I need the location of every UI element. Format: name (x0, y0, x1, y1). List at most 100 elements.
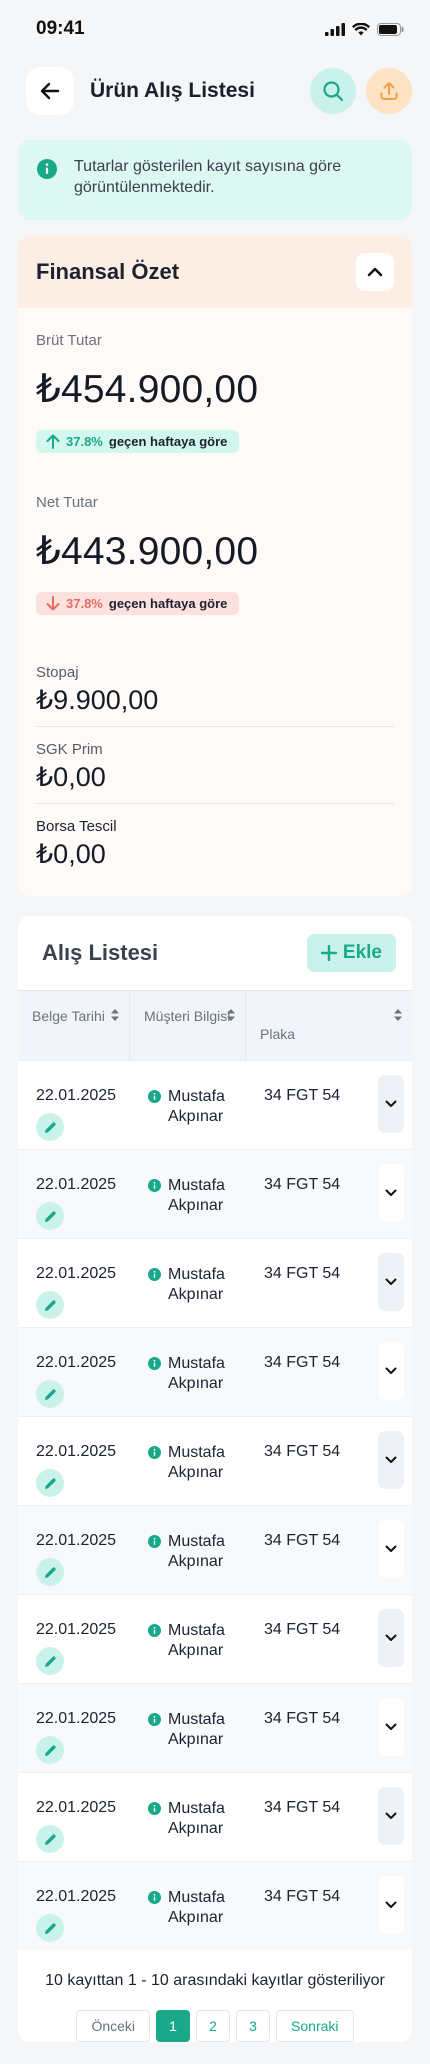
table-body: 22.01.2025 Mustafa Akpınar 34 FGT 54 22.01.… (18, 1060, 412, 1950)
edit-button[interactable] (36, 1736, 64, 1764)
column-header-document-date[interactable]: Belge Tarihi (18, 991, 130, 1060)
chevron-down-icon (385, 1812, 397, 1819)
edit-button[interactable] (36, 1558, 64, 1586)
info-banner-text: Tutarlar gösterilen kayıt sayısına göre … (74, 158, 342, 196)
gross-trend-badge: 37.8% geçen haftaya göre (36, 430, 240, 453)
info-icon[interactable] (148, 1357, 161, 1370)
table-row: 22.01.2025 Mustafa Akpınar 34 FGT 54 (18, 1238, 412, 1327)
gross-trend-percent: 37.8% (66, 434, 103, 449)
pencil-icon (44, 1833, 56, 1845)
customer-name: Mustafa Akpınar (168, 1711, 225, 1748)
cell-customer: Mustafa Akpınar (130, 1150, 246, 1238)
cell-document-date: 22.01.2025 (18, 1150, 130, 1238)
expand-row-button[interactable] (378, 1698, 404, 1756)
arrow-down-icon (46, 596, 60, 611)
expand-row-button[interactable] (378, 1520, 404, 1578)
deductions-list: Stopaj ₺9.900,00 SGK Prim ₺0,00 Borsa Te… (36, 650, 394, 880)
chevron-down-icon (385, 1100, 397, 1107)
cell-customer: Mustafa Akpınar (130, 1061, 246, 1149)
arrow-left-icon (40, 82, 60, 100)
net-trend-text: geçen haftaya göre (108, 596, 228, 611)
search-button[interactable] (310, 68, 356, 114)
info-icon[interactable] (148, 1179, 161, 1192)
cell-document-date: 22.01.2025 (18, 1773, 130, 1861)
table-row: 22.01.2025 Mustafa Akpınar 34 FGT 54 (18, 1861, 412, 1950)
sgk-prim-label: SGK Prim (36, 741, 103, 758)
purchase-list-header: Alış Listesi Ekle (18, 916, 412, 990)
info-icon (37, 159, 57, 179)
info-icon[interactable] (148, 1446, 161, 1459)
page-button-3[interactable]: 3 (236, 2010, 271, 2042)
gross-amount-block: Brüt Tutar ₺454.900,00 37.8% geçen hafta… (36, 332, 394, 454)
pagination: Önceki 1 2 3 Sonraki (18, 2010, 412, 2042)
borsa-tescil-block: Borsa Tescil ₺0,00 (36, 803, 394, 880)
document-date: 22.01.2025 (36, 1176, 117, 1193)
status-time: 09:41 (36, 18, 85, 39)
export-button[interactable] (366, 68, 412, 114)
customer-name: Mustafa Akpınar (168, 1800, 225, 1837)
borsa-tescil-value: ₺0,00 (36, 839, 106, 869)
info-icon[interactable] (148, 1802, 161, 1815)
prev-page-button[interactable]: Önceki (76, 2010, 151, 2042)
info-icon[interactable] (148, 1891, 161, 1904)
edit-button[interactable] (36, 1380, 64, 1408)
search-icon (323, 81, 344, 102)
expand-row-button[interactable] (378, 1787, 404, 1845)
cell-document-date: 22.01.2025 (18, 1239, 130, 1327)
expand-row-button[interactable] (378, 1075, 404, 1133)
info-icon[interactable] (148, 1535, 161, 1548)
document-date: 22.01.2025 (36, 1799, 117, 1816)
edit-button[interactable] (36, 1647, 64, 1675)
customer-name: Mustafa Akpınar (168, 1088, 225, 1125)
back-button[interactable] (26, 67, 74, 115)
pencil-icon (44, 1388, 56, 1400)
column-header-plate[interactable]: Plaka (246, 991, 412, 1060)
customer-name: Mustafa Akpınar (168, 1889, 225, 1926)
info-icon[interactable] (148, 1268, 161, 1281)
page-button-2[interactable]: 2 (196, 2010, 231, 2042)
edit-button[interactable] (36, 1914, 64, 1942)
cell-customer: Mustafa Akpınar (130, 1506, 246, 1594)
document-date: 22.01.2025 (36, 1354, 117, 1371)
expand-row-button[interactable] (378, 1342, 404, 1400)
chevron-down-icon (385, 1278, 397, 1285)
edit-button[interactable] (36, 1469, 64, 1497)
expand-row-button[interactable] (378, 1164, 404, 1222)
add-button[interactable]: Ekle (306, 934, 396, 972)
expand-row-button[interactable] (378, 1253, 404, 1311)
chevron-down-icon (385, 1367, 397, 1374)
info-icon[interactable] (148, 1713, 161, 1726)
table-row: 22.01.2025 Mustafa Akpınar 34 FGT 54 (18, 1327, 412, 1416)
pencil-icon (44, 1922, 56, 1934)
table-row: 22.01.2025 Mustafa Akpınar 34 FGT 54 (18, 1416, 412, 1505)
edit-button[interactable] (36, 1202, 64, 1230)
edit-button[interactable] (36, 1291, 64, 1319)
collapse-button[interactable] (356, 253, 394, 291)
column-header-customer[interactable]: Müşteri Bilgisi (130, 991, 246, 1060)
plate-number: 34 FGT 54 (264, 1532, 341, 1549)
net-trend-badge: 37.8% geçen haftaya göre (36, 592, 240, 615)
chevron-down-icon (385, 1723, 397, 1730)
plate-number: 34 FGT 54 (264, 1443, 341, 1460)
info-icon[interactable] (148, 1624, 161, 1637)
next-page-button[interactable]: Sonraki (276, 2010, 354, 2042)
chevron-up-icon (367, 267, 383, 277)
battery-icon (377, 22, 404, 36)
document-date: 22.01.2025 (36, 1087, 117, 1104)
expand-row-button[interactable] (378, 1431, 404, 1489)
sgk-prim-value: ₺0,00 (36, 762, 106, 792)
table-row: 22.01.2025 Mustafa Akpınar 34 FGT 54 (18, 1149, 412, 1238)
edit-button[interactable] (36, 1113, 64, 1141)
cell-document-date: 22.01.2025 (18, 1595, 130, 1683)
financial-summary-body: Brüt Tutar ₺454.900,00 37.8% geçen hafta… (18, 308, 412, 896)
info-icon[interactable] (148, 1090, 161, 1103)
document-date: 22.01.2025 (36, 1888, 117, 1905)
expand-row-button[interactable] (378, 1876, 404, 1934)
financial-summary-card: Finansal Özet Brüt Tutar ₺454.900,00 37.… (18, 236, 412, 896)
page-button-1[interactable]: 1 (156, 2010, 191, 2042)
gross-amount-value: ₺454.900,00 (36, 368, 259, 411)
plus-icon (320, 945, 337, 961)
expand-row-button[interactable] (378, 1609, 404, 1667)
plate-number: 34 FGT 54 (264, 1354, 341, 1371)
edit-button[interactable] (36, 1825, 64, 1853)
